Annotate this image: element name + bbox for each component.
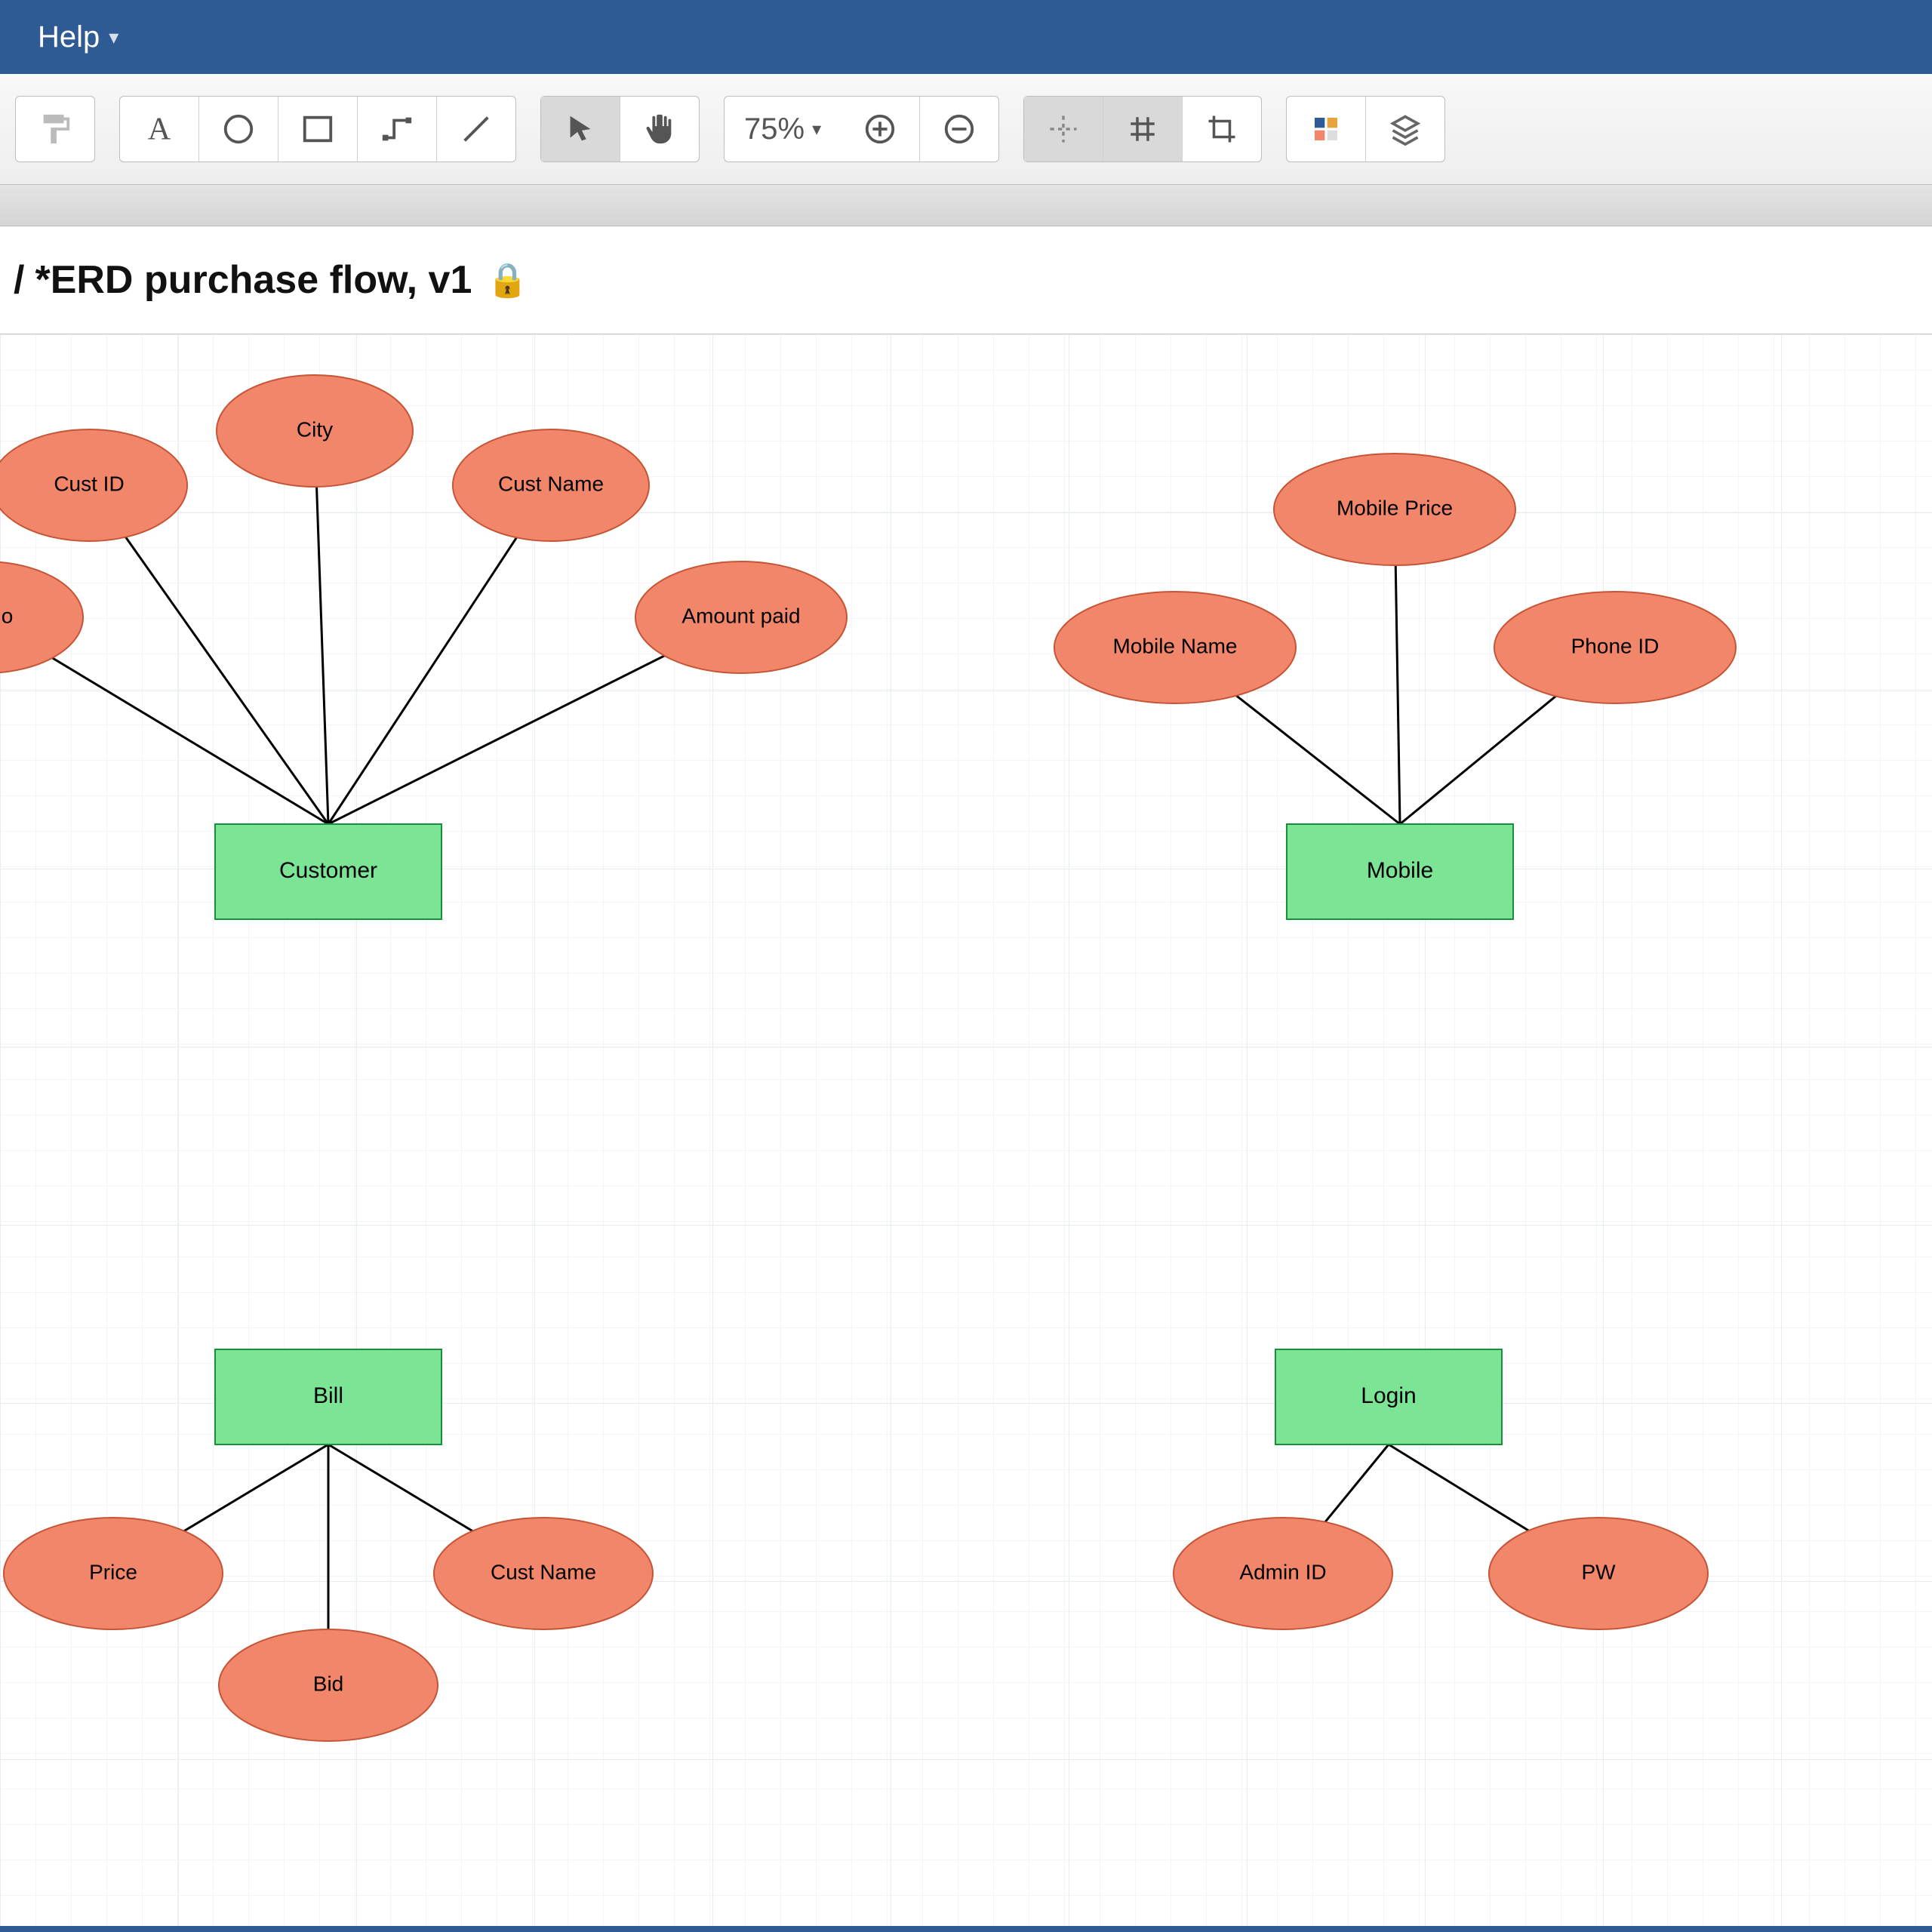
toolbar-group-zoom: 75% ▾: [724, 96, 999, 162]
status-bar: [0, 1926, 1932, 1932]
select-tool-button[interactable]: [541, 97, 620, 162]
erd-attribute-label: Admin ID: [1239, 1560, 1326, 1583]
ruler-bar: [0, 185, 1932, 226]
erd-attribute-label: PW: [1581, 1560, 1616, 1583]
connector-tool-button[interactable]: [358, 97, 437, 162]
rectangle-tool-button[interactable]: [278, 97, 358, 162]
text-tool-button[interactable]: A: [120, 97, 199, 162]
crop-button[interactable]: [1183, 97, 1261, 162]
erd-attribute-label: Cust Name: [498, 472, 604, 495]
format-painter-button[interactable]: [16, 97, 94, 162]
erd-attribute-label: Cust ID: [54, 472, 124, 495]
toolbar-group-snap: [1023, 96, 1262, 162]
erd-attribute-label: ne No: [0, 604, 13, 627]
erd-entity-label: Bill: [313, 1383, 343, 1408]
snap-grid-button[interactable]: [1103, 97, 1183, 162]
erd-attribute-label: Amount paid: [681, 604, 800, 627]
svg-text:A: A: [148, 112, 171, 146]
chevron-down-icon: ▾: [812, 118, 821, 140]
lock-icon[interactable]: 🔒: [487, 260, 528, 300]
ellipse-tool-button[interactable]: [199, 97, 278, 162]
diagram-layer[interactable]: ne No Cust ID City Cust Name Amount paid Cust…: [0, 334, 1932, 1932]
zoom-level-label: 75%: [744, 112, 804, 146]
erd-entity-label: Customer: [279, 858, 377, 883]
zoom-out-button[interactable]: [920, 97, 998, 162]
erd-attribute-label: Bid: [313, 1672, 343, 1695]
toolbar-group-paint: [15, 96, 95, 162]
theme-colors-button[interactable]: [1287, 97, 1366, 162]
line-tool-button[interactable]: [437, 97, 515, 162]
erd-attribute-label: Price: [89, 1560, 137, 1583]
erd-entity-label: Login: [1361, 1383, 1416, 1408]
erd-attribute-label: City: [297, 417, 333, 441]
erd-attribute-label: Mobile Price: [1337, 496, 1453, 519]
layers-button[interactable]: [1366, 97, 1444, 162]
document-title-bar: / *ERD purchase flow, v1 🔒: [0, 226, 1932, 334]
erd-attribute-label: Mobile Name: [1113, 634, 1238, 657]
document-title[interactable]: *ERD purchase flow, v1: [35, 257, 472, 303]
toolbar: A 75% ▾: [0, 74, 1932, 185]
toolbar-group-view: [1286, 96, 1445, 162]
toolbar-group-shapes: A: [119, 96, 516, 162]
erd-entity-label: Mobile: [1367, 858, 1433, 883]
menubar: Help ▾: [0, 0, 1932, 74]
pan-tool-button[interactable]: [620, 97, 699, 162]
snap-guides-button[interactable]: [1024, 97, 1103, 162]
zoom-level-dropdown[interactable]: 75% ▾: [724, 112, 841, 146]
toolbar-group-cursor: [540, 96, 700, 162]
canvas-container: ne No Cust ID City Cust Name Amount paid Cust…: [0, 334, 1932, 1932]
chevron-down-icon: ▾: [109, 26, 118, 49]
erd-edge[interactable]: [315, 431, 328, 824]
breadcrumb-separator: /: [14, 257, 24, 303]
menu-help-label: Help: [38, 20, 100, 54]
erd-attribute-label: Cust Name: [491, 1560, 596, 1583]
erd-attribute-label: Phone ID: [1571, 634, 1660, 657]
menu-help[interactable]: Help ▾: [15, 20, 141, 54]
zoom-in-button[interactable]: [841, 97, 920, 162]
